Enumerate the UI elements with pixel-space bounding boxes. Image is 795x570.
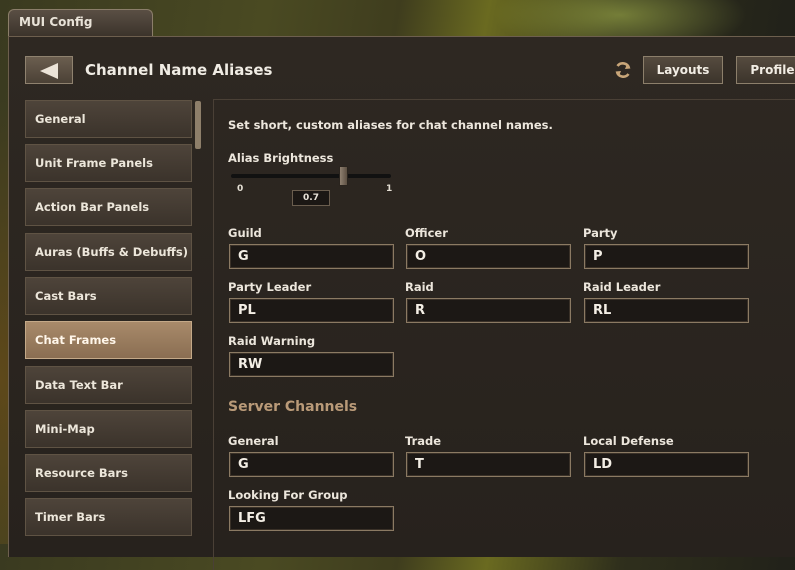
general-channel-label: General	[228, 434, 279, 448]
arrow-left-icon	[40, 63, 58, 79]
raid-leader-input[interactable]: RL	[584, 298, 749, 323]
layouts-button[interactable]: Layouts	[643, 56, 723, 84]
local-defense-input[interactable]: LD	[584, 452, 749, 477]
back-button[interactable]	[25, 56, 73, 84]
sidebar-item-auras[interactable]: Auras (Buffs & Debuffs)	[25, 233, 192, 271]
raid-warning-label: Raid Warning	[228, 334, 316, 348]
refresh-icon[interactable]	[613, 60, 633, 80]
party-label: Party	[583, 226, 618, 240]
page-title: Channel Name Aliases	[85, 61, 273, 79]
content-panel: Set short, custom aliases for chat chann…	[213, 99, 795, 570]
slider-min-label: 0	[237, 184, 244, 194]
sidebar-item-data-text-bar[interactable]: Data Text Bar	[25, 366, 192, 404]
sidebar-item-action-bar-panels[interactable]: Action Bar Panels	[25, 188, 192, 226]
guild-input[interactable]: G	[229, 244, 394, 269]
description-text: Set short, custom aliases for chat chann…	[228, 118, 553, 132]
config-window: Channel Name Aliases Layouts Profiles Ge…	[8, 36, 795, 570]
sidebar-item-unit-frame-panels[interactable]: Unit Frame Panels	[25, 144, 192, 182]
local-defense-label: Local Defense	[583, 434, 674, 448]
trade-input[interactable]: T	[406, 452, 571, 477]
party-leader-label: Party Leader	[228, 280, 312, 294]
window-title-tab[interactable]: MUI Config	[8, 9, 153, 37]
looking-for-group-label: Looking For Group	[228, 488, 348, 502]
profiles-button[interactable]: Profiles	[736, 56, 795, 84]
slider-max-label: 1	[386, 184, 393, 194]
header-bar: Channel Name Aliases Layouts Profiles	[25, 56, 795, 86]
alias-brightness-track[interactable]	[231, 174, 391, 178]
looking-for-group-input[interactable]: LFG	[229, 506, 394, 531]
window-title: MUI Config	[19, 15, 93, 29]
party-leader-input[interactable]: PL	[229, 298, 394, 323]
alias-brightness-label: Alias Brightness	[228, 151, 334, 165]
trade-label: Trade	[405, 434, 442, 448]
sidebar-item-resource-bars[interactable]: Resource Bars	[25, 454, 192, 492]
officer-label: Officer	[405, 226, 448, 240]
sidebar-item-chat-frames[interactable]: Chat Frames	[25, 321, 192, 359]
guild-label: Guild	[228, 226, 262, 240]
sidebar: General Unit Frame Panels Action Bar Pan…	[25, 100, 192, 560]
sidebar-scrollbar[interactable]	[195, 101, 201, 149]
sidebar-item-timer-bars[interactable]: Timer Bars	[25, 498, 192, 536]
server-channels-heading: Server Channels	[228, 399, 358, 415]
alias-brightness-thumb[interactable]	[339, 166, 348, 186]
party-input[interactable]: P	[584, 244, 749, 269]
raid-input[interactable]: R	[406, 298, 571, 323]
slider-value-box[interactable]: 0.7	[292, 190, 330, 206]
sidebar-item-cast-bars[interactable]: Cast Bars	[25, 277, 192, 315]
officer-input[interactable]: O	[406, 244, 571, 269]
raid-warning-input[interactable]: RW	[229, 352, 394, 377]
general-channel-input[interactable]: G	[229, 452, 394, 477]
sidebar-item-mini-map[interactable]: Mini-Map	[25, 410, 192, 448]
raid-leader-label: Raid Leader	[583, 280, 661, 294]
raid-label: Raid	[405, 280, 434, 294]
sidebar-item-general[interactable]: General	[25, 100, 192, 138]
